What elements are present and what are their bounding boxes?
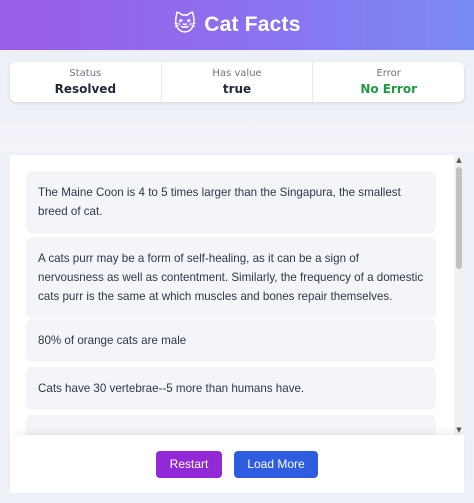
facts-list-container[interactable]: The Maine Coon is 4 to 5 times larger th… <box>10 155 464 435</box>
fact-card-partial <box>26 415 436 435</box>
background-band <box>0 108 474 152</box>
error-label: Error <box>376 68 401 79</box>
error-cell: Error No Error <box>313 62 464 102</box>
fact-card: Cats have 30 vertebrae--5 more than huma… <box>26 367 436 410</box>
status-value: Resolved <box>54 82 117 96</box>
app-header: 🐱 Cat Facts <box>0 0 474 50</box>
fact-card: 80% of orange cats are male <box>26 319 436 362</box>
scroll-up-arrow-icon[interactable]: ▲ <box>454 155 464 165</box>
action-footer: Restart Load More <box>10 435 464 493</box>
status-label: Status <box>69 68 102 79</box>
page-title: Cat Facts <box>204 13 301 36</box>
cat-face-icon: 🐱 <box>173 12 197 37</box>
has-value-cell: Has value true <box>162 62 314 102</box>
scrollbar[interactable]: ▲ ▼ <box>454 155 464 435</box>
status-cell: Status Resolved <box>10 62 162 102</box>
fact-card: A cats purr may be a form of self-healin… <box>26 237 436 318</box>
error-value: No Error <box>360 82 418 96</box>
scroll-thumb[interactable] <box>456 167 462 269</box>
facts-list: The Maine Coon is 4 to 5 times larger th… <box>10 155 454 435</box>
load-more-button[interactable]: Load More <box>234 450 318 478</box>
status-panel: Status Resolved Has value true Error No … <box>10 62 464 102</box>
has-value-label: Has value <box>212 68 262 79</box>
fact-card: The Maine Coon is 4 to 5 times larger th… <box>26 171 436 233</box>
has-value-value: true <box>222 82 252 96</box>
restart-button[interactable]: Restart <box>156 450 222 478</box>
scroll-down-arrow-icon[interactable]: ▼ <box>454 425 464 435</box>
